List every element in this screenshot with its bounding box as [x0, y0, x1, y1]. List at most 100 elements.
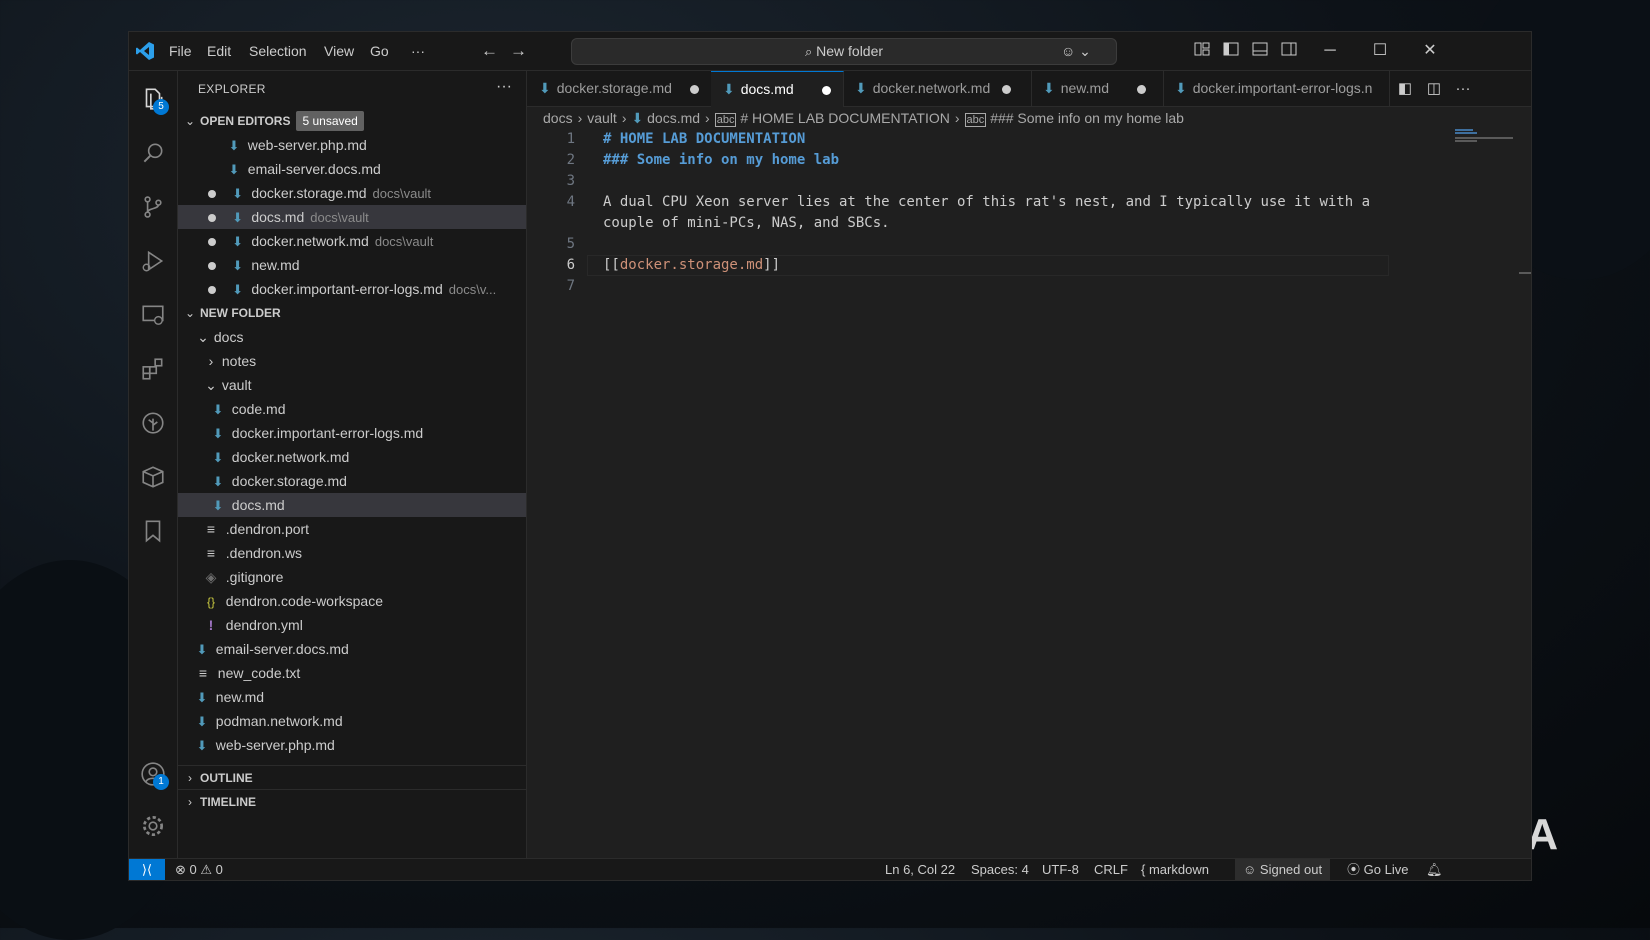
open-editor-name: docker.important-error-logs.md [251, 281, 443, 297]
back-arrow-icon[interactable]: ← [481, 32, 498, 70]
indentation[interactable]: Spaces: 4 [971, 859, 1029, 880]
editor-more-icon[interactable]: ··· [1449, 71, 1477, 106]
remote-explorer-icon[interactable] [129, 291, 177, 339]
file-item[interactable]: ≡ new_code.txt [178, 661, 526, 685]
notifications-bell-icon[interactable]: 🔔︎ [1426, 859, 1443, 880]
tab-new[interactable]: ⬇ new.md [1031, 71, 1164, 106]
remote-indicator-icon[interactable]: ⟩⟨ [129, 859, 165, 880]
language-mode[interactable]: { markdown [1141, 859, 1209, 880]
open-editor-item[interactable]: ⬇ docker.network.md docs\vault [178, 229, 526, 253]
search-icon[interactable] [129, 129, 177, 177]
breadcrumb-vault[interactable]: vault [587, 110, 617, 126]
breadcrumb-file[interactable]: docs.md [647, 110, 700, 126]
toggle-panel-icon[interactable] [1252, 32, 1268, 70]
file-item[interactable]: ◈ .gitignore [178, 565, 526, 589]
extensions-icon[interactable] [129, 345, 177, 393]
unsaved-dot-icon[interactable] [208, 238, 216, 247]
unsaved-dot-icon[interactable] [208, 286, 216, 295]
tab-docker-important-error-logs[interactable]: ⬇ docker.important-error-logs.n [1163, 71, 1390, 106]
explorer-icon[interactable]: 5 [129, 75, 177, 123]
open-editor-item[interactable]: ⬇ new.md [178, 253, 526, 277]
file-item[interactable]: ⬇ podman.network.md [178, 709, 526, 733]
chevron-down-icon: ⌄ [197, 329, 209, 345]
unsaved-dot-icon[interactable] [208, 214, 216, 223]
source-control-icon[interactable] [129, 183, 177, 231]
menu-more[interactable]: ··· [411, 32, 425, 70]
close-icon[interactable]: ✕ [1407, 32, 1453, 70]
menu-view[interactable]: View [324, 32, 354, 70]
unsaved-dot-icon[interactable] [821, 85, 831, 95]
timeline-header[interactable]: › TIMELINE [178, 789, 526, 814]
breadcrumb: docs › vault › ⬇ docs.md › abc # HOME LAB DOCU… [543, 107, 1184, 129]
tab-docker-network[interactable]: ⬇ docker.network.md [843, 71, 1032, 106]
unsaved-dot-icon[interactable] [208, 190, 216, 199]
run-debug-icon[interactable] [129, 237, 177, 285]
breadcrumb-h1[interactable]: # HOME LAB DOCUMENTATION [740, 110, 950, 126]
outline-header[interactable]: › OUTLINE [178, 765, 526, 790]
dendron-icon[interactable] [129, 399, 177, 447]
customize-layout-icon[interactable] [1194, 32, 1210, 70]
open-editors-header[interactable]: ⌄ OPEN EDITORS 5 unsaved [178, 109, 526, 133]
folder-docs[interactable]: ⌄ docs [178, 325, 526, 349]
minimize-icon[interactable]: ─ [1307, 32, 1353, 70]
unsaved-dot-icon[interactable] [1002, 84, 1012, 94]
file-item[interactable]: ≡ .dendron.port [178, 517, 526, 541]
breadcrumb-docs[interactable]: docs [543, 110, 573, 126]
explorer-more-button[interactable]: ··· [496, 71, 512, 107]
go-live-button[interactable]: ⦿ Go Live [1347, 859, 1408, 880]
folder-notes[interactable]: › notes [178, 349, 526, 373]
menu-go[interactable]: Go [370, 32, 389, 70]
encoding[interactable]: UTF-8 [1042, 859, 1079, 880]
menu-file[interactable]: File [169, 32, 192, 70]
file-name: docker.network.md [231, 449, 350, 465]
toggle-primary-sidebar-icon[interactable] [1223, 32, 1239, 70]
open-preview-icon[interactable]: ◧ [1391, 71, 1419, 106]
open-editor-item[interactable]: ⬇ docker.storage.md docs\vault [178, 181, 526, 205]
file-item[interactable]: ⬇ docs.md [178, 493, 526, 517]
file-item[interactable]: ! dendron.yml [178, 613, 526, 637]
file-item[interactable]: ⬇ docker.storage.md [178, 469, 526, 493]
file-item[interactable]: ⬇ web-server.php.md [178, 733, 526, 757]
breadcrumb-h3[interactable]: ### Some info on my home lab [990, 110, 1184, 126]
maximize-icon[interactable]: ☐ [1357, 32, 1403, 70]
unsaved-dot-icon[interactable] [1136, 84, 1146, 94]
new-folder-header[interactable]: ⌄ NEW FOLDER [178, 301, 526, 325]
open-editor-item[interactable]: ⬇ docker.important-error-logs.md docs\v..… [178, 277, 526, 301]
menu-edit[interactable]: Edit [207, 32, 231, 70]
file-name: docker.important-error-logs.md [231, 425, 424, 441]
forward-arrow-icon[interactable]: → [510, 32, 527, 70]
open-editor-item[interactable]: ⬇ web-server.php.md [178, 133, 526, 157]
problems-indicator[interactable]: ⊗ 0 ⚠ 0 [175, 859, 223, 880]
toggle-secondary-sidebar-icon[interactable] [1281, 32, 1297, 70]
file-name: new_code.txt [217, 665, 301, 681]
file-item[interactable]: ⬇ new.md [178, 685, 526, 709]
file-item[interactable]: ⬇ docker.important-error-logs.md [178, 421, 526, 445]
end-of-line[interactable]: CRLF [1094, 859, 1128, 880]
wikilink[interactable]: docker.storage.md [620, 257, 763, 273]
cursor-position[interactable]: Ln 6, Col 22 [885, 859, 955, 880]
command-center[interactable]: ⌕ New folder [571, 38, 1117, 65]
tab-docker-storage[interactable]: ⬇ docker.storage.md [527, 71, 712, 106]
file-item[interactable]: ≡ .dendron.ws [178, 541, 526, 565]
bookmark-icon[interactable] [129, 507, 177, 555]
minimap[interactable] [1455, 129, 1515, 169]
copilot-icon[interactable]: ☺ ⌄ [1061, 32, 1091, 70]
folder-vault[interactable]: ⌄ vault [178, 373, 526, 397]
package-icon[interactable] [129, 453, 177, 501]
scrollbar-marker[interactable] [1519, 272, 1531, 274]
menu-selection[interactable]: Selection [249, 32, 307, 70]
file-item[interactable]: ⬇ code.md [178, 397, 526, 421]
open-editor-item[interactable]: ⬇ docs.md docs\vault [178, 205, 526, 229]
open-editor-item[interactable]: ⬇ email-server.docs.md [178, 157, 526, 181]
tab-docs[interactable]: ⬇ docs.md [711, 71, 844, 107]
split-editor-icon[interactable]: ◫ [1420, 71, 1448, 106]
settings-gear-icon[interactable] [129, 802, 177, 850]
file-item[interactable]: ⬇ email-server.docs.md [178, 637, 526, 661]
file-item[interactable]: {} dendron.code-workspace [178, 589, 526, 613]
file-item[interactable]: ⬇ docker.network.md [178, 445, 526, 469]
unsaved-dot-icon[interactable] [208, 262, 216, 271]
unsaved-dot-icon[interactable] [689, 84, 699, 94]
markdown-file-icon: ⬇ [228, 162, 240, 177]
accounts-icon[interactable]: 1 [129, 750, 177, 798]
account-status[interactable]: ☺ Signed out [1235, 859, 1331, 880]
